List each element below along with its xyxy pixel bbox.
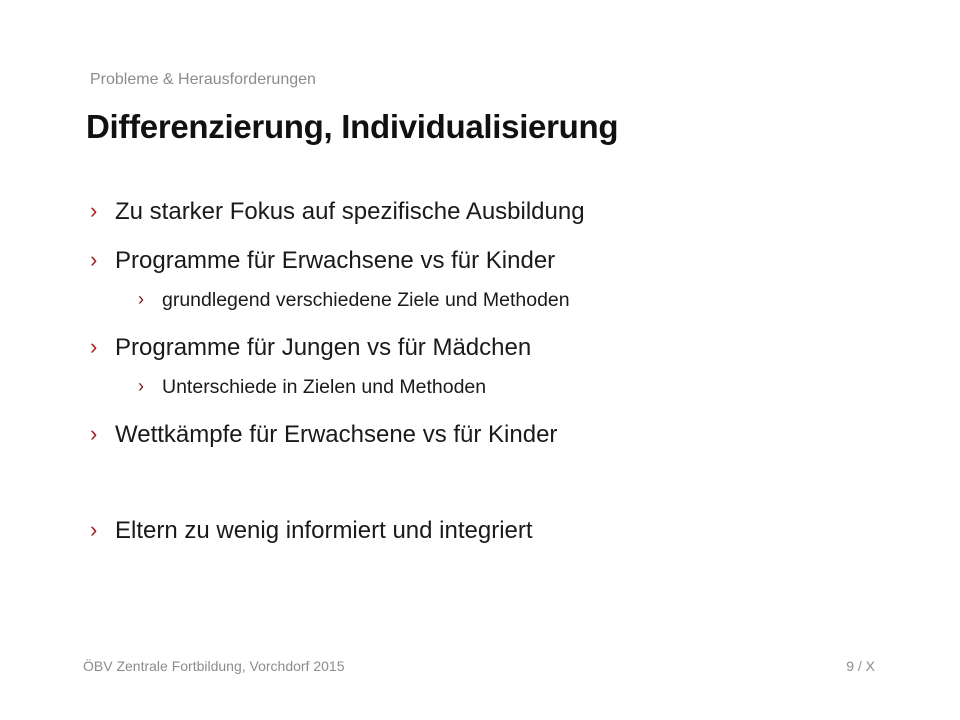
sub-bullet-text: Unterschiede in Zielen und Methoden [162, 376, 487, 398]
bullet-marker-icon: › [90, 421, 98, 446]
footer-event-label: ÖBV Zentrale Fortbildung, Vorchdorf 2015 [83, 658, 345, 674]
bullet-text: Zu starker Fokus auf spezifische Ausbild… [115, 198, 585, 225]
bullet-item-2: › Programme für Erwachsene vs für Kinder [90, 247, 556, 275]
bullet-item-1: › Zu starker Fokus auf spezifische Ausbi… [90, 198, 585, 226]
sub-bullet-text: grundlegend verschiedene Ziele und Metho… [162, 289, 570, 311]
bullet-text: Programme für Erwachsene vs für Kinder [115, 247, 556, 274]
bullet-marker-icon: › [90, 517, 98, 542]
bullet-marker-icon: › [90, 247, 98, 272]
bullet-text: Wettkämpfe für Erwachsene vs für Kinder [115, 421, 558, 448]
bullet-text: Eltern zu wenig informiert und integrier… [115, 517, 533, 544]
sub-bullet-item-1: › grundlegend verschiedene Ziele und Met… [138, 289, 570, 312]
bullet-item-4: › Wettkämpfe für Erwachsene vs für Kinde… [90, 421, 558, 449]
sub-bullet-marker-icon: › [138, 289, 144, 309]
bullet-item-5: › Eltern zu wenig informiert und integri… [90, 517, 533, 545]
sub-bullet-marker-icon: › [138, 376, 144, 396]
sub-bullet-item-2: › Unterschiede in Zielen und Methoden [138, 376, 487, 399]
bullet-marker-icon: › [90, 334, 98, 359]
footer-page-number: 9 / X [846, 658, 875, 674]
bullet-list: › Zu starker Fokus auf spezifische Ausbi… [0, 0, 960, 720]
bullet-marker-icon: › [90, 198, 98, 223]
slide: Probleme & Herausforderungen Differenzie… [0, 0, 960, 720]
bullet-text: Programme für Jungen vs für Mädchen [115, 334, 532, 361]
bullet-item-3: › Programme für Jungen vs für Mädchen [90, 334, 532, 362]
